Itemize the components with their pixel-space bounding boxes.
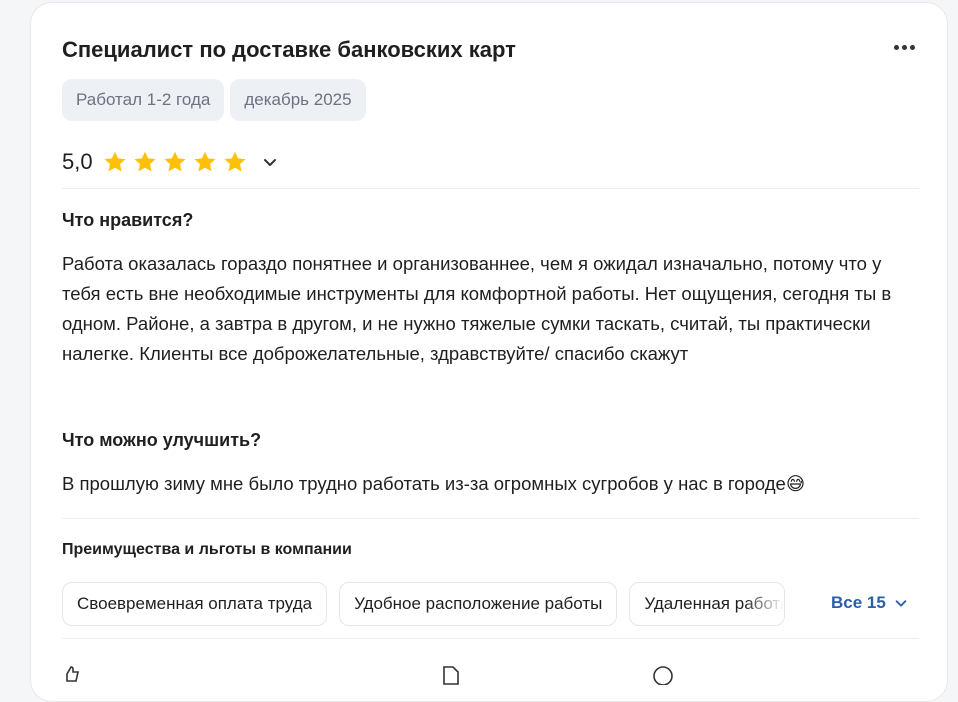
- show-all-benefits-button[interactable]: Все 15: [831, 593, 908, 613]
- star-icon: [104, 151, 126, 172]
- dot-icon: [909, 44, 915, 50]
- divider: [62, 518, 919, 519]
- benefit-chip: Удобное расположение работы: [339, 582, 618, 626]
- benefit-chip: Удаленная работа: [629, 582, 786, 626]
- rating-stars: [102, 149, 248, 175]
- show-all-label: Все 15: [831, 593, 886, 612]
- improve-heading: Что можно улучшить?: [62, 430, 262, 450]
- star-icon: [164, 151, 186, 172]
- tag-experience: Работал 1-2 года: [62, 79, 225, 121]
- rating-value: 5,0: [62, 149, 93, 174]
- review-title: Специалист по доставке банковских карт: [62, 37, 516, 62]
- useful-button[interactable]: [62, 665, 82, 685]
- divider: [62, 638, 919, 639]
- thumbs-up-icon: [66, 666, 79, 682]
- comment-icon: [653, 666, 673, 685]
- more-options-button[interactable]: [889, 35, 919, 59]
- benefits-title: Преимущества и льготы в компании: [62, 541, 352, 558]
- star-icon: [224, 151, 246, 172]
- document-icon: [443, 666, 459, 685]
- likes-text: Работа оказалась гораздо понятнее и орга…: [62, 253, 892, 364]
- chevron-down-icon: [895, 600, 907, 607]
- document-button[interactable]: [440, 665, 462, 685]
- star-icon: [194, 151, 216, 172]
- review-actions: [62, 665, 919, 685]
- divider: [62, 188, 919, 189]
- chevron-down-icon[interactable]: [262, 154, 278, 170]
- comment-button[interactable]: [652, 665, 674, 685]
- tag-date: декабрь 2025: [230, 79, 366, 121]
- benefits-chips: Своевременная оплата труда Удобное распо…: [62, 582, 786, 626]
- benefit-chip: Своевременная оплата труда: [62, 582, 328, 626]
- rating-row: 5,0: [62, 149, 278, 175]
- star-icon: [134, 151, 156, 172]
- dot-icon: [893, 44, 899, 50]
- review-card: Специалист по доставке банковских карт Р…: [30, 2, 948, 702]
- fade-overlay: [744, 583, 785, 625]
- likes-heading: Что нравится?: [62, 210, 194, 230]
- improve-text: В прошлую зиму мне было трудно работать …: [62, 473, 806, 494]
- review-tags: Работал 1-2 года декабрь 2025: [62, 79, 366, 121]
- dot-icon: [901, 44, 907, 50]
